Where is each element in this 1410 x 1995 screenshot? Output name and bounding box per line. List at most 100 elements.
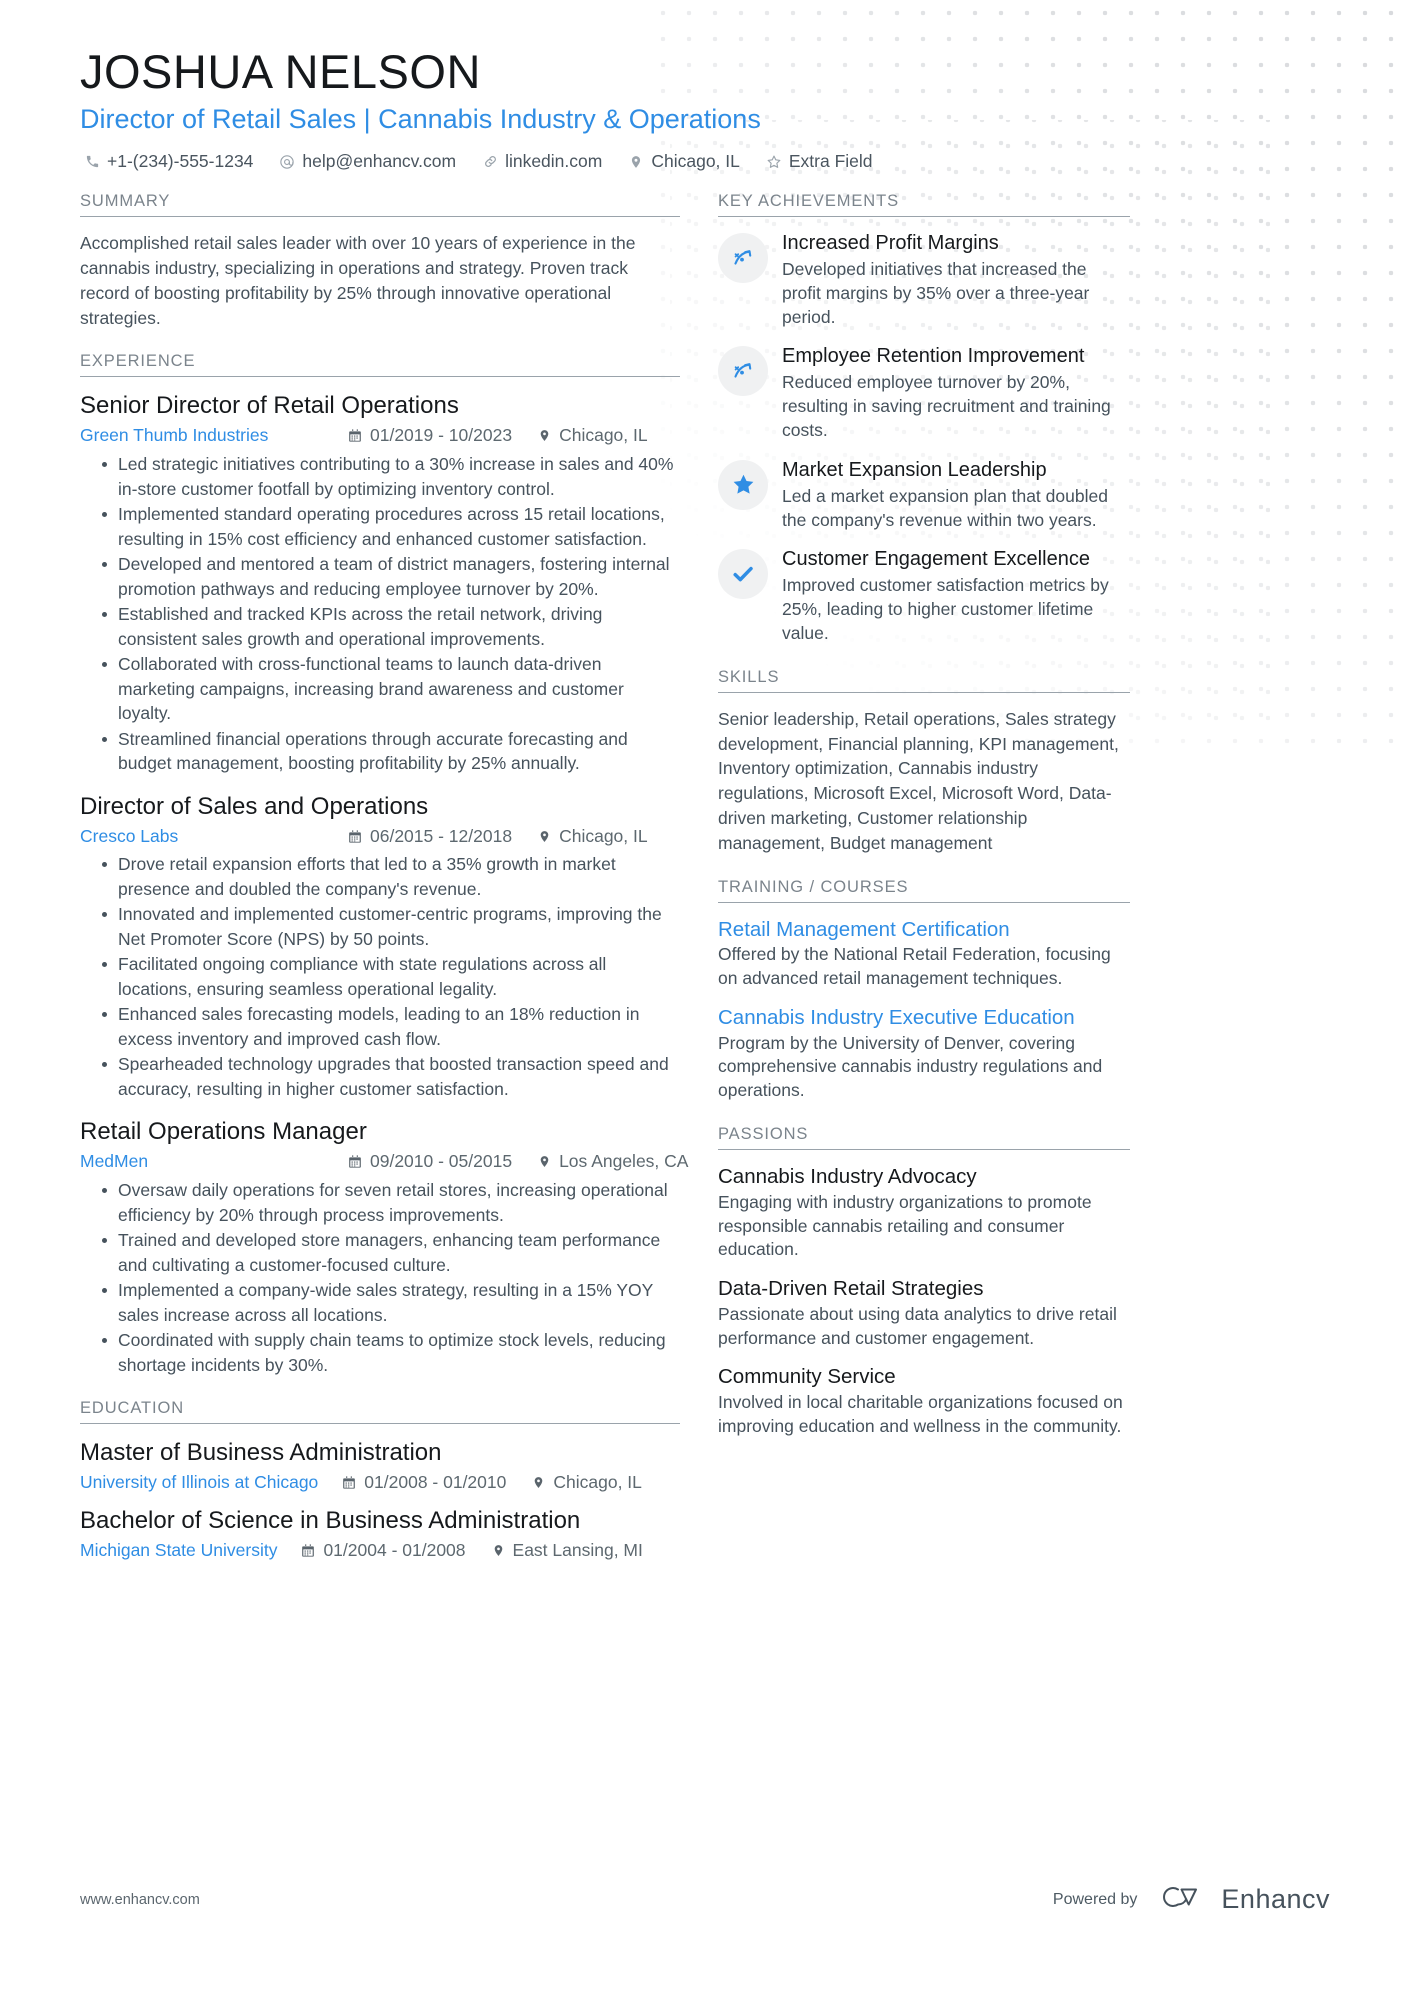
education-school[interactable]: University of Illinois at Chicago (80, 1471, 318, 1494)
enhancv-mark-icon (1155, 1882, 1211, 1917)
candidate-name: JOSHUA NELSON (80, 45, 481, 98)
education-meta: Michigan State University 01/2004 - 01/2… (80, 1539, 680, 1562)
job-bullet: Innovated and implemented customer-centr… (102, 902, 680, 951)
education-school[interactable]: Michigan State University (80, 1539, 277, 1562)
achievement-item: Increased Profit Margins Developed initi… (718, 231, 1130, 329)
job-dates-text: 06/2015 - 12/2018 (370, 825, 513, 846)
job-dates: 09/2010 - 05/2015 (348, 1150, 512, 1173)
job-meta: Cresco Labs 06/2015 - 12/2018 Chicago, I… (80, 825, 680, 848)
job-dates: 01/2019 - 10/2023 (348, 424, 512, 447)
resume-page: JOSHUA NELSON Director of Retail Sales |… (0, 0, 1410, 1995)
achievement-badge (718, 346, 768, 397)
achievement-item: Employee Retention Improvement Reduced e… (718, 344, 1130, 442)
achievement-body: Customer Engagement Excellence Improved … (782, 547, 1130, 645)
education-location: Chicago, IL (532, 1471, 642, 1494)
achievement-title: Increased Profit Margins (782, 232, 999, 255)
achievement-body: Increased Profit Margins Developed initi… (782, 231, 1130, 329)
resume-header: JOSHUA NELSON Director of Retail Sales |… (80, 45, 1330, 172)
job-company[interactable]: Cresco Labs (80, 825, 348, 848)
education-entry: Master of Business Administration Univer… (80, 1438, 680, 1494)
education-meta: University of Illinois at Chicago 01/200… (80, 1471, 680, 1494)
course-name[interactable]: Retail Management Certification (718, 917, 1130, 943)
section-title-key-achievements: KEY ACHIEVEMENTS (718, 192, 1130, 218)
education-dates-text: 01/2008 - 01/2010 (364, 1472, 507, 1493)
footer-website-url[interactable]: www.enhancv.com (80, 1892, 200, 1908)
job-company[interactable]: MedMen (80, 1150, 348, 1173)
contact-location-text: Chicago, IL (651, 151, 740, 172)
trending-up-icon (731, 359, 755, 383)
job-role: Director of Sales and Operations (80, 792, 429, 820)
achievement-description: Improved customer satisfaction metrics b… (782, 575, 1109, 643)
calendar-icon (342, 1475, 356, 1490)
contact-phone-text: +1-(234)-555-1234 (107, 151, 254, 172)
job-location-text: Chicago, IL (559, 825, 648, 846)
skills-text: Senior leadership, Retail operations, Sa… (718, 708, 1119, 853)
job-bullet: Implemented standard operating procedure… (102, 502, 680, 551)
section-title-passions: PASSIONS (718, 1125, 1130, 1151)
calendar-icon (301, 1543, 315, 1558)
star-outline-icon (766, 154, 782, 170)
check-icon (730, 561, 756, 587)
education-location-text: East Lansing, MI (512, 1539, 643, 1560)
location-pin-icon (538, 829, 551, 844)
job-location-text: Los Angeles, CA (559, 1151, 689, 1172)
contact-linkedin-text: linkedin.com (505, 151, 603, 172)
contact-phone[interactable]: +1-(234)-555-1234 (84, 151, 253, 172)
email-icon (279, 154, 295, 170)
section-title-skills: SKILLS (718, 668, 1130, 693)
achievement-badge (718, 549, 768, 600)
candidate-headline: Director of Retail Sales | Cannabis Indu… (80, 103, 761, 134)
job-bullet: Enhanced sales forecasting models, leadi… (102, 1002, 680, 1051)
job-bullets: Oversaw daily operations for seven retai… (80, 1178, 680, 1377)
job-bullet: Collaborated with cross-functional teams… (102, 652, 680, 726)
right-column: KEY ACHIEVEMENTS Increased Profit Margin… (718, 192, 1130, 1461)
education-location: East Lansing, MI (492, 1539, 643, 1562)
job-bullets: Led strategic initiatives contributing t… (80, 452, 680, 776)
page-footer: www.enhancv.com Powered by Enhancv (80, 1882, 1330, 1917)
calendar-icon (348, 1154, 362, 1169)
footer-branding: Powered by Enhancv (1053, 1882, 1330, 1917)
star-filled-icon (731, 472, 756, 497)
education-dates: 01/2004 - 01/2008 (301, 1539, 466, 1562)
contact-email[interactable]: help@enhancv.com (279, 151, 456, 172)
contact-linkedin[interactable]: linkedin.com (482, 151, 602, 172)
section-summary: SUMMARY Accomplished retail sales leader… (80, 192, 680, 330)
job-bullet: Implemented a company-wide sales strateg… (102, 1278, 680, 1327)
course-description: Offered by the National Retail Federatio… (718, 944, 1111, 989)
contact-extra-field[interactable]: Extra Field (766, 151, 873, 172)
powered-by-label: Powered by (1052, 1890, 1138, 1908)
passion-name: Community Service (718, 1365, 896, 1389)
job-bullet: Facilitated ongoing compliance with stat… (102, 952, 680, 1001)
job-bullet: Established and tracked KPIs across the … (102, 602, 680, 651)
passion-description: Engaging with industry organizations to … (718, 1191, 1092, 1260)
job-bullet: Trained and developed store managers, en… (102, 1228, 680, 1277)
job-meta: Green Thumb Industries 01/2019 - 10/2023 (80, 424, 680, 447)
education-degree: Bachelor of Science in Business Administ… (80, 1506, 581, 1534)
job-meta: MedMen 09/2010 - 05/2015 Los Angeles, CA (80, 1150, 688, 1173)
education-dates: 01/2008 - 01/2010 (342, 1471, 506, 1494)
job-company[interactable]: Green Thumb Industries (80, 424, 348, 447)
course-description: Program by the University of Denver, cov… (718, 1032, 1103, 1101)
education-location-text: Chicago, IL (553, 1472, 642, 1493)
job-bullet: Developed and mentored a team of distric… (102, 552, 680, 601)
passion-name: Data-Driven Retail Strategies (718, 1277, 984, 1301)
section-title-summary: SUMMARY (80, 192, 680, 218)
trending-up-icon (731, 246, 755, 270)
passion-description: Passionate about using data analytics to… (718, 1303, 1117, 1348)
job-location: Chicago, IL (538, 424, 648, 447)
achievement-description: Developed initiatives that increased the… (782, 259, 1090, 327)
passion-item: Community Service Involved in local char… (718, 1364, 1130, 1438)
course-name[interactable]: Cannabis Industry Executive Education (718, 1005, 1130, 1031)
education-dates-text: 01/2004 - 01/2008 (323, 1539, 466, 1560)
contact-location[interactable]: Chicago, IL (628, 151, 740, 172)
section-experience: EXPERIENCE Senior Director of Retail Ope… (80, 352, 688, 1377)
experience-entry: Retail Operations Manager MedMen 09/2010… (80, 1117, 688, 1377)
job-role: Retail Operations Manager (80, 1118, 367, 1146)
section-title-education: EDUCATION (80, 1399, 680, 1425)
course-item: Cannabis Industry Executive Education Pr… (718, 1005, 1130, 1103)
achievement-badge (718, 459, 768, 510)
job-bullet: Oversaw daily operations for seven retai… (102, 1178, 680, 1227)
resume-columns: SUMMARY Accomplished retail sales leader… (80, 192, 1330, 1584)
section-title-training-courses: TRAINING / COURSES (718, 878, 1130, 903)
location-pin-icon (532, 1475, 545, 1490)
